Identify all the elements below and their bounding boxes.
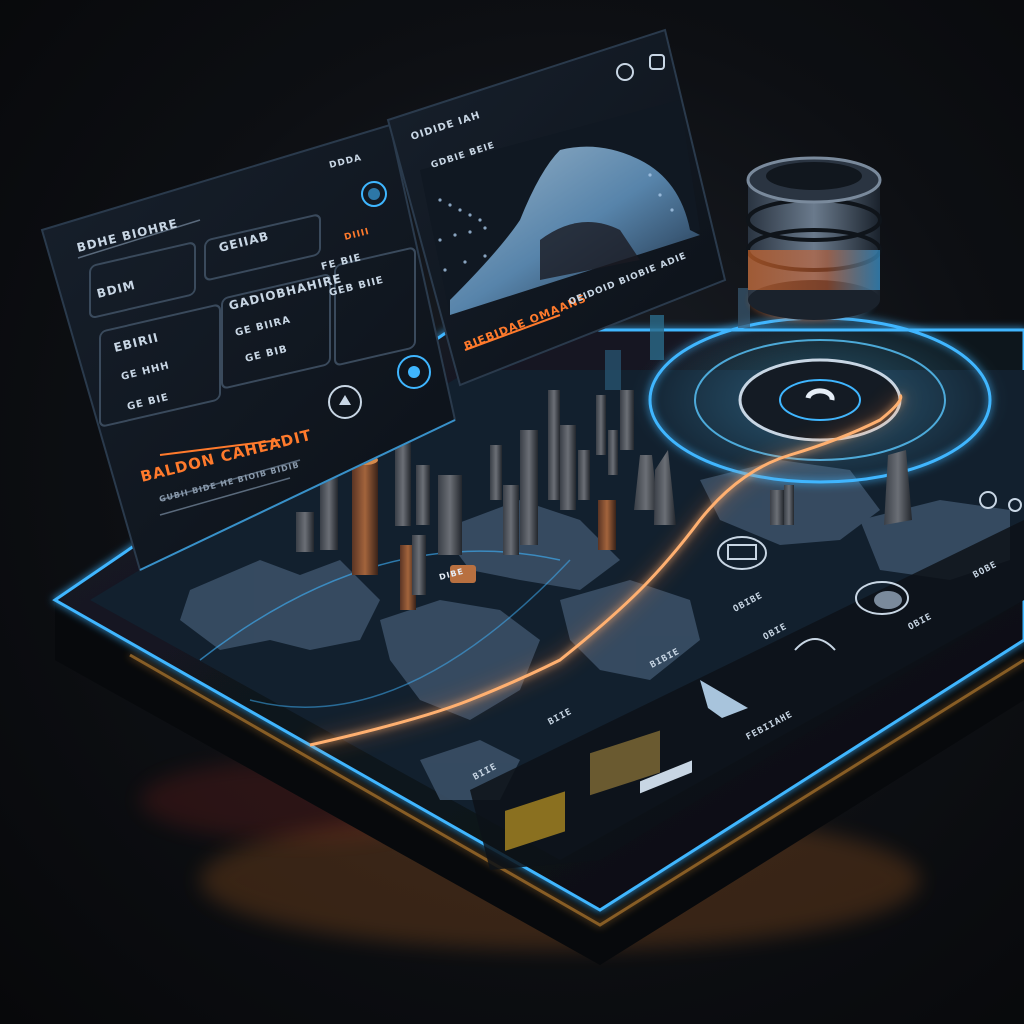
stacked-cylinder bbox=[746, 156, 882, 320]
radar-target bbox=[630, 305, 1010, 495]
user-icon[interactable] bbox=[368, 188, 380, 200]
dashboard-scene: BDHE BIOHRE BDIM EBIRII GE HHH GE BIE GE… bbox=[40, 28, 1024, 965]
